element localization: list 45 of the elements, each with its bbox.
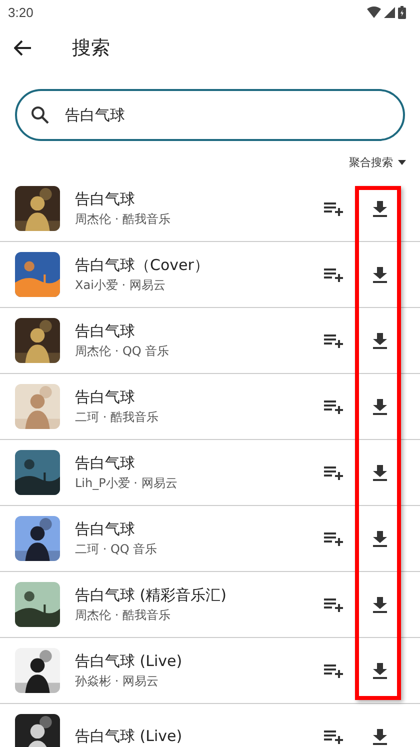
download-icon <box>373 662 387 678</box>
playlist-add-icon <box>324 532 344 546</box>
playlist-add-icon <box>324 268 344 282</box>
signal-icon <box>384 6 395 18</box>
download-icon <box>373 728 387 744</box>
song-title: 告白气球 (Live) <box>75 652 184 670</box>
song-title: 告白气球 <box>75 322 136 340</box>
song-title: 告白气球 <box>75 190 136 208</box>
playlist-add-icon <box>324 202 344 216</box>
download-icon <box>373 200 387 216</box>
download-icon <box>373 530 387 546</box>
song-artist-source: 二珂 · 酷我音乐 <box>75 408 160 426</box>
song-title: 告白气球 <box>75 388 136 406</box>
playlist-add-icon <box>324 598 344 612</box>
back-arrow-icon <box>14 40 32 56</box>
song-artist-source: 周杰伦 · QQ 音乐 <box>75 342 170 360</box>
page-title: 搜索 <box>72 36 110 61</box>
search-field[interactable]: 告白气球 <box>15 89 405 141</box>
download-icon <box>373 464 387 480</box>
song-artist-source: Xai小爱 · 网易云 <box>75 276 166 294</box>
song-title: 告白气球 (精彩音乐汇) <box>75 586 228 604</box>
source-dropdown[interactable]: 聚合搜索 <box>345 151 410 174</box>
song-artist-source: 二珂 · QQ 音乐 <box>75 540 158 558</box>
download-icon <box>373 266 387 282</box>
battery-icon <box>398 6 406 18</box>
wifi-icon <box>367 6 381 18</box>
song-artist-source: 孙焱彬 · 网易云 <box>75 672 160 690</box>
song-artist-source: 周杰伦 · 酷我音乐 <box>75 606 172 624</box>
playlist-add-icon <box>324 400 344 414</box>
song-title: 告白气球 (Live) <box>75 727 184 746</box>
playlist-add-icon <box>324 466 344 480</box>
download-icon <box>373 596 387 612</box>
song-title: 告白气球 <box>75 454 136 472</box>
song-title: 告白气球 <box>75 520 136 538</box>
status-time: 3:20 <box>8 4 34 20</box>
playlist-add-icon <box>324 334 344 348</box>
song-title: 告白气球（Cover） <box>75 256 210 274</box>
playlist-add-icon <box>324 730 344 744</box>
song-artist-source: Lih_P小爱 · 网易云 <box>75 474 178 492</box>
search-icon <box>31 106 49 124</box>
song-artist-source: 周杰伦 · 酷我音乐 <box>75 210 172 228</box>
download-icon <box>373 332 387 348</box>
download-icon <box>373 398 387 414</box>
playlist-add-icon <box>324 664 344 678</box>
caret-icon <box>398 160 406 165</box>
